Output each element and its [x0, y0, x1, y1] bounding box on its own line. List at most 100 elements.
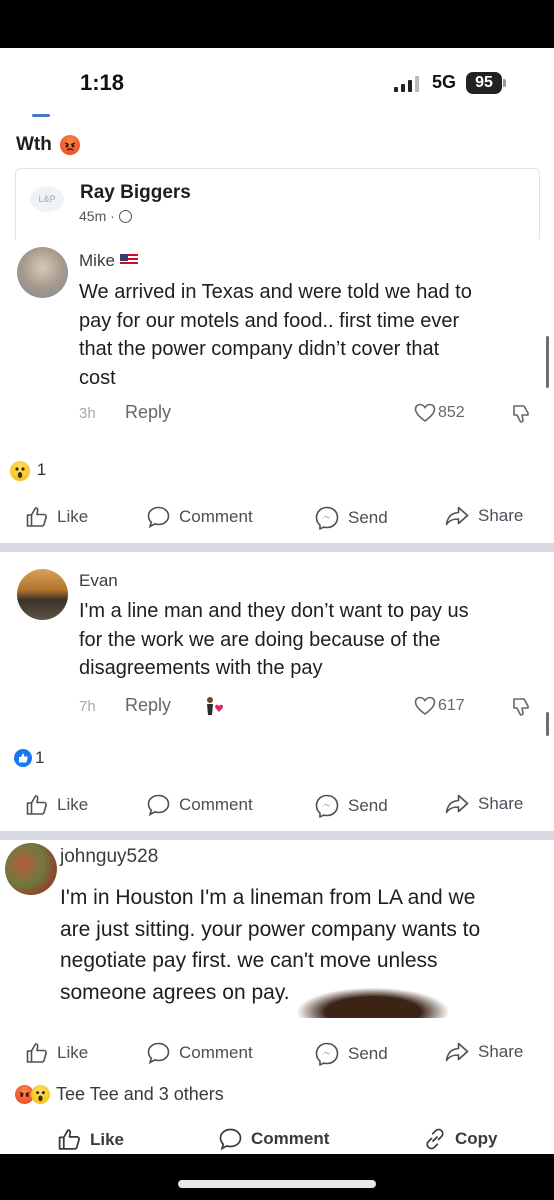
comment-bubble-icon: [147, 506, 170, 529]
like-button[interactable]: Like: [25, 1041, 88, 1065]
share-arrow-icon: [445, 506, 469, 526]
battery-tip: [503, 79, 506, 87]
send-button[interactable]: Send: [314, 793, 388, 819]
messenger-icon: [315, 1042, 339, 1067]
avatar-johnguy528[interactable]: [5, 843, 57, 895]
dislike-icon[interactable]: [510, 696, 532, 718]
send-button[interactable]: Send: [314, 1041, 388, 1067]
share-arrow-icon: [445, 794, 469, 814]
post-text: Wth: [16, 134, 81, 156]
post-reactions-summary[interactable]: Tee Tee and 3 others: [15, 1084, 224, 1105]
comment-text: I'm a line man and they don’t want to pa…: [79, 597, 469, 683]
comment-bubble-icon: [147, 1042, 170, 1065]
status-time: 1:18: [80, 70, 125, 95]
comment-button[interactable]: Comment: [146, 505, 253, 529]
comment-reactions[interactable]: 1: [14, 748, 44, 768]
comment-line: I'm a line man and they don’t want to pa…: [79, 600, 469, 622]
comment-author-name[interactable]: Mike: [79, 251, 115, 270]
comment-line: cost: [79, 366, 116, 389]
post-like-button[interactable]: Like: [57, 1127, 124, 1152]
comment-line: are just sitting. your power company wan…: [60, 917, 481, 941]
reactions-summary-text[interactable]: Tee Tee and 3 others: [56, 1084, 224, 1105]
like-label[interactable]: Like: [57, 507, 88, 527]
comment-label[interactable]: Comment: [179, 507, 253, 527]
avatar-mike[interactable]: [17, 247, 68, 298]
wow-emoji-icon: [10, 460, 30, 481]
avatar-evan[interactable]: [17, 569, 68, 620]
thumbs-up-icon: [26, 795, 47, 815]
comment-author[interactable]: johnguy528: [60, 846, 158, 868]
comment-author[interactable]: Evan: [79, 571, 118, 591]
comment-line: I'm in Houston I'm a lineman from LA and…: [60, 886, 476, 909]
sticker-icon: [203, 695, 229, 719]
like-button[interactable]: Like: [25, 505, 88, 529]
shared-post-time: 45m ·: [79, 208, 132, 224]
share-button[interactable]: Share: [444, 505, 523, 527]
thumbs-up-icon: [58, 1129, 80, 1150]
like-button[interactable]: Like: [25, 793, 88, 817]
reply-button[interactable]: Reply: [125, 695, 171, 716]
section-separator: [0, 543, 554, 552]
us-flag-icon: [119, 254, 138, 266]
reaction-count: 1: [35, 748, 45, 767]
share-label[interactable]: Share: [478, 506, 523, 526]
comment-time: 7h: [79, 698, 96, 715]
send-label[interactable]: Send: [348, 508, 388, 528]
comment-label[interactable]: Comment: [179, 1043, 253, 1063]
battery-level: 95: [466, 72, 502, 94]
thumbs-up-icon: [26, 507, 47, 527]
image-artifact: [298, 988, 448, 1018]
home-indicator[interactable]: [178, 1180, 376, 1188]
link-icon: [426, 1128, 444, 1150]
comment-label[interactable]: Comment: [179, 795, 253, 815]
send-label[interactable]: Send: [348, 796, 388, 816]
comment-text: I'm in Houston I'm a lineman from LA and…: [60, 882, 554, 1008]
share-button[interactable]: Share: [444, 1041, 523, 1063]
scrollbar-thumb[interactable]: [546, 712, 549, 736]
shared-post-author[interactable]: Ray Biggers: [80, 182, 191, 204]
comment-line: disagreements with the pay: [79, 657, 323, 679]
top-divider-mark: [32, 114, 50, 117]
share-button[interactable]: Share: [444, 793, 523, 815]
like-label[interactable]: Like: [57, 795, 88, 815]
reply-button[interactable]: Reply: [125, 402, 171, 423]
thumbs-up-icon: [26, 1043, 47, 1063]
comment-line: negotiate pay first. we can't move unles…: [60, 949, 438, 972]
copy-label[interactable]: Copy: [455, 1129, 498, 1149]
heart-icon[interactable]: [414, 403, 436, 423]
comment-line: for the work we are doing because of the: [79, 628, 441, 651]
share-arrow-icon: [445, 1042, 469, 1062]
send-button[interactable]: Send: [314, 505, 388, 531]
wow-emoji-icon: [31, 1085, 50, 1104]
angry-emoji-icon: [60, 134, 81, 155]
reaction-count: 1: [36, 460, 47, 479]
section-separator: [0, 831, 554, 840]
bottom-black-bar: [0, 1154, 554, 1200]
comment-bubble-icon: [147, 794, 170, 817]
comment-line: that the power company didn’t cover that: [79, 338, 440, 360]
globe-icon: [118, 210, 132, 223]
share-label[interactable]: Share: [478, 1042, 523, 1062]
shared-post-time-text: 45m ·: [79, 208, 115, 224]
network-label: 5G: [432, 72, 457, 92]
messenger-icon: [315, 506, 339, 531]
comment-reactions[interactable]: 1: [10, 460, 46, 481]
comment-line: pay for our motels and food.. first time…: [79, 309, 460, 332]
post-text-content: Wth: [16, 134, 52, 155]
comment-button[interactable]: Comment: [146, 793, 253, 817]
messenger-icon: [315, 794, 339, 819]
heart-icon[interactable]: [414, 696, 436, 716]
send-label[interactable]: Send: [348, 1044, 388, 1064]
post-copy-button[interactable]: Copy: [423, 1127, 498, 1151]
like-label[interactable]: Like: [57, 1043, 88, 1063]
comment-label[interactable]: Comment: [251, 1129, 329, 1149]
share-label[interactable]: Share: [478, 794, 523, 814]
dislike-icon[interactable]: [510, 403, 532, 425]
scrollbar-thumb[interactable]: [546, 336, 549, 388]
top-black-bar: [0, 0, 554, 48]
comment-author[interactable]: Mike: [79, 251, 138, 271]
post-comment-button[interactable]: Comment: [218, 1127, 329, 1151]
comment-button[interactable]: Comment: [146, 1041, 253, 1065]
page-logo[interactable]: L&P: [30, 186, 64, 212]
like-label[interactable]: Like: [90, 1130, 124, 1150]
